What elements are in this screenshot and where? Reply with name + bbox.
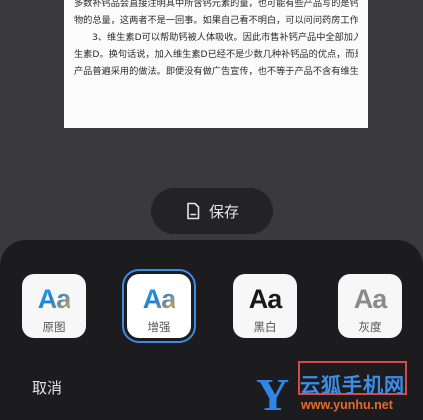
watermark-logo: Y: [256, 369, 290, 420]
watermark-url: www.yunhu.net: [301, 398, 393, 412]
filter-enhance[interactable]: Aa 增强: [122, 269, 196, 343]
document-line: 多数补钙品会直接注明其中所含钙元素的量，也可能有些产品写的是钙化合: [74, 0, 358, 9]
filter-original-preview: Aa: [37, 284, 72, 314]
document-preview: 多数补钙品会直接注明其中所含钙元素的量，也可能有些产品写的是钙化合 物的总量，这…: [64, 0, 368, 128]
filter-enhance-preview: Aa: [142, 284, 177, 314]
filter-grayscale-label: 灰度: [358, 320, 382, 334]
save-button-label: 保存: [208, 202, 239, 221]
document-line: 产品普遍采用的做法。即便没有做广告宣传，也不等于产品不含有维生素D。: [74, 66, 358, 77]
document-line: 生素D。换句话说，加入维生素D已经不是少数几种补钙品的优点，而是这类: [74, 49, 358, 60]
filter-grayscale[interactable]: Aa 灰度: [338, 274, 402, 338]
filter-original-label: 原图: [42, 320, 66, 334]
filter-black-white[interactable]: Aa 黑白: [233, 274, 297, 338]
document-line: 3、维生素D可以帮助钙被人体吸收。因此市售补钙产品中全部加入了维: [92, 32, 358, 43]
cancel-button[interactable]: 取消: [32, 377, 62, 398]
filter-grayscale-preview: Aa: [353, 284, 388, 314]
save-button[interactable]: 保存: [151, 188, 273, 234]
document-line: 物的总量，这两者不是一回事。如果自己看不明白，可以问问药房工作人员。: [74, 15, 358, 26]
watermark-name: 云狐手机网: [300, 373, 405, 397]
filter-enhance-label: 增强: [147, 320, 171, 334]
filter-black-white-label: 黑白: [253, 320, 277, 334]
document-icon: [185, 202, 201, 220]
filter-original[interactable]: Aa 原图: [22, 274, 86, 338]
filter-black-white-preview: Aa: [248, 284, 283, 314]
